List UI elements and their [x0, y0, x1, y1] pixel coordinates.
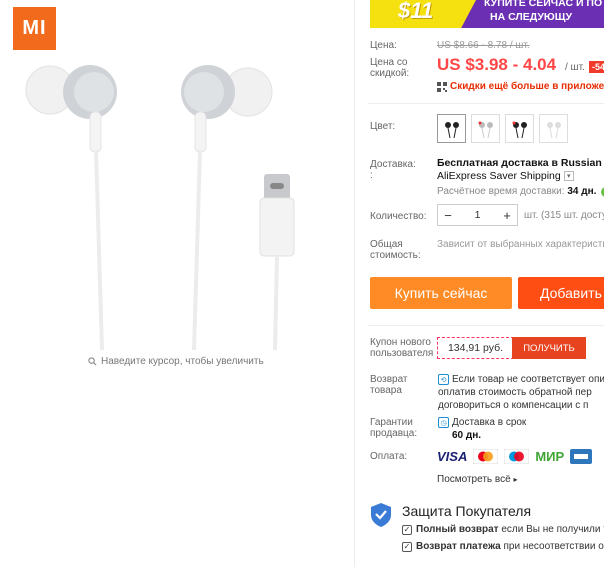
return-icon: ⟲ — [438, 374, 449, 385]
returns-line2: оплатив стоимость обратной пер — [438, 387, 592, 398]
price-unit: / шт. — [565, 62, 585, 73]
buyer-protection-title: Защита Покупателя — [402, 503, 532, 519]
color-option-4[interactable] — [539, 114, 568, 143]
shipping-method[interactable]: AliExpress Saver Shipping ▾ — [437, 170, 574, 182]
shipping-label: Доставка: — [370, 159, 416, 170]
mastercard-logo — [473, 449, 499, 464]
color-label: Цвет: — [370, 121, 396, 132]
earphones-image[interactable] — [20, 50, 340, 350]
payment-label: Оплата: — [370, 451, 408, 462]
discount-price-label: Цена со скидкой: — [370, 57, 410, 79]
protection-item-2: ✓ Возврат платежа при несоответствии о — [402, 541, 604, 552]
delivery-estimate-value: 34 дн. — [567, 186, 597, 197]
returns-line3: договориться о компенсации с п — [438, 400, 589, 411]
shipping-method-text: AliExpress Saver Shipping — [437, 170, 561, 182]
check-icon: ✓ — [402, 524, 412, 535]
quantity-stepper: − 1 + — [437, 204, 518, 226]
returns-line1: Если товар не соответствует опис — [452, 374, 604, 385]
quantity-input[interactable]: 1 — [458, 209, 497, 221]
promo-banner[interactable]: $11 КУПИТЕ СЕЙЧАС И ПО НА СЛЕДУЮЩУ — [370, 0, 604, 28]
column-divider — [354, 0, 355, 567]
delivery-estimate: Расчётное время доставки: 34 дн. ? — [437, 186, 604, 197]
color-option-3[interactable] — [505, 114, 534, 143]
color-option-2[interactable] — [471, 114, 500, 143]
magnifier-icon — [88, 357, 97, 366]
chevron-down-icon[interactable]: ▾ — [563, 171, 574, 181]
protection-item-2-bold: Возврат платежа — [416, 541, 501, 552]
mir-logo: МИР — [535, 449, 565, 464]
actions-divider — [368, 325, 604, 326]
zoom-hint: Наведите курсор, чтобы увеличить — [88, 356, 264, 367]
buy-now-button[interactable]: Купить сейчас — [370, 277, 512, 309]
qr-code-icon — [437, 81, 447, 92]
discount-badge: -54 — [589, 61, 604, 73]
see-all-payment-link[interactable]: Посмотреть всё ▸ — [437, 474, 517, 485]
old-price: US $8.66 - 8.78 / шт. — [437, 40, 530, 51]
shield-icon — [371, 503, 391, 527]
guarantee-line2: 60 дн. — [452, 430, 482, 441]
add-to-cart-button[interactable]: Добавить — [518, 277, 604, 309]
see-all-text: Посмотреть всё — [437, 474, 511, 485]
price-label: Цена: — [370, 40, 397, 51]
protection-item-2-text: при несоответствии о — [500, 541, 604, 552]
current-price: US $3.98 - 4.04 — [437, 55, 557, 74]
visa-logo: VISA — [437, 449, 468, 464]
get-coupon-button[interactable]: ПОЛУЧИТЬ — [512, 337, 586, 359]
quantity-label: Количество: — [370, 211, 427, 222]
coupon-amount: 134,91 руб. — [437, 337, 514, 359]
quantity-increase-button[interactable]: + — [497, 208, 517, 223]
quantity-decrease-button[interactable]: − — [438, 208, 458, 223]
banner-amount: $11 — [370, 0, 476, 28]
protection-item-1-text: если Вы не получили т — [498, 524, 604, 535]
protection-item-1-bold: Полный возврат — [416, 524, 499, 535]
mi-logo: MI — [13, 7, 56, 50]
color-options — [437, 114, 568, 143]
chevron-right-icon: ▸ — [513, 475, 518, 484]
color-option-1[interactable] — [437, 114, 466, 143]
banner-line2: НА СЛЕДУЮЩУ — [490, 11, 572, 23]
price-divider — [368, 103, 604, 104]
product-page: MI Наведите курсор, чтобы увеличить $11 … — [0, 0, 604, 567]
clock-icon: ◷ — [438, 417, 449, 428]
returns-label: Возврат товара — [370, 374, 408, 396]
guarantee-line1: Доставка в срок — [452, 417, 527, 428]
banner-text: КУПИТЕ СЕЙЧАС И ПО НА СЛЕДУЮЩУ — [484, 0, 602, 24]
delivery-estimate-label: Расчётное время доставки: — [437, 186, 565, 197]
maestro-logo — [504, 449, 530, 464]
image-gallery[interactable]: MI Наведите курсор, чтобы увеличить — [0, 0, 354, 567]
total-note: Зависит от выбранных характеристи — [437, 239, 604, 250]
amex-logo — [570, 449, 593, 464]
check-icon: ✓ — [402, 541, 412, 552]
protection-item-1: ✓ Полный возврат если Вы не получили т — [402, 524, 604, 535]
quantity-availability: шт. (315 шт. досту — [524, 210, 604, 221]
payment-logos: VISA МИР — [437, 449, 593, 464]
app-discount-text: Скидки ещё больше в приложении — [450, 81, 604, 92]
app-discount-link[interactable]: Скидки ещё больше в приложении — [437, 81, 604, 92]
shipping-label-colon: : — [370, 170, 373, 181]
guarantee-label: Гарантии продавца: — [370, 417, 418, 439]
coupon-label: Купон нового пользователя — [370, 337, 434, 359]
total-label: Общая стоимость: — [370, 239, 421, 261]
banner-line1: КУПИТЕ СЕЙЧАС И ПО — [484, 0, 603, 9]
zoom-hint-text: Наведите курсор, чтобы увеличить — [101, 356, 264, 367]
shipping-destination[interactable]: Бесплатная доставка в Russian Fed — [437, 157, 604, 169]
